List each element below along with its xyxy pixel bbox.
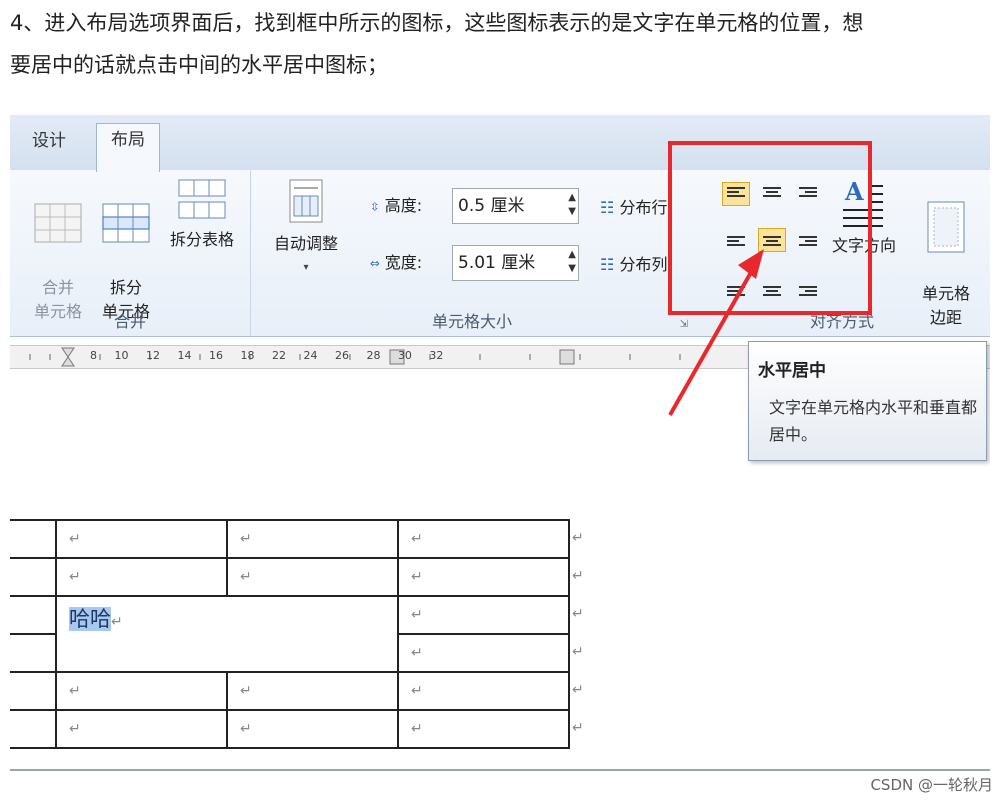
- autofit-button[interactable]: 自动调整 ▾: [262, 178, 350, 280]
- table-cell[interactable]: ↵: [397, 709, 570, 749]
- height-spinner-icon[interactable]: ▲ ▼: [568, 191, 576, 219]
- table-cell[interactable]: [10, 595, 57, 635]
- height-input[interactable]: 0.5 厘米 ▲ ▼: [452, 188, 579, 224]
- table-row: ↵ ↵ ↵: [10, 519, 570, 559]
- cell-margins-button[interactable]: 单元格 边距: [906, 176, 986, 330]
- height-icon: ⇳: [370, 196, 380, 215]
- table-cell[interactable]: [10, 633, 57, 673]
- split-table-label: 拆分表格: [169, 230, 234, 249]
- distribute-cols-label: 分布列: [619, 255, 668, 274]
- split-cells-icon: [102, 203, 150, 243]
- table-cell[interactable]: ↵: [55, 671, 228, 711]
- tab-layout[interactable]: 布局: [96, 123, 160, 172]
- table-cell[interactable]: ↵: [397, 595, 570, 635]
- paragraph-mark-icon: ↵: [111, 614, 123, 630]
- width-row: ⇔ 宽度:: [370, 249, 422, 273]
- table-row: 哈哈↵ ↵: [10, 595, 570, 673]
- table-row: ↵ ↵ ↵: [10, 709, 570, 749]
- merge-group-label: 合并: [113, 312, 146, 331]
- width-value: 5.01 厘米: [458, 253, 536, 273]
- autofit-label: 自动调整: [273, 234, 338, 253]
- tooltip-horizontal-center: 水平居中 文字在单元格内水平和垂直都居中。: [748, 341, 987, 461]
- split-table-button[interactable]: 拆分表格: [160, 178, 244, 252]
- tab-design[interactable]: 设计: [18, 125, 80, 157]
- autofit-dropdown-icon[interactable]: ▾: [262, 256, 350, 280]
- row-end-mark-icon: ↵: [572, 606, 584, 622]
- distribute-rows-label: 分布行: [619, 198, 668, 217]
- ruler-indent-marker-icon[interactable]: [61, 347, 75, 358]
- autofit-icon: [289, 179, 323, 223]
- height-row: ⇳ 高度:: [370, 192, 422, 216]
- height-label: 高度:: [384, 196, 423, 215]
- distribute-rows-icon: ☷: [600, 198, 615, 217]
- row-end-mark-icon: ↵: [572, 720, 584, 736]
- merge-cells-button[interactable]: 合并 单元格: [26, 178, 90, 324]
- table-cell[interactable]: ↵: [397, 633, 570, 673]
- tooltip-body: 文字在单元格内水平和垂直都居中。: [769, 398, 978, 444]
- table-cell[interactable]: ↵: [226, 557, 399, 597]
- distribute-rows-button[interactable]: ☷ 分布行: [600, 194, 667, 218]
- table-cell[interactable]: ↵: [55, 557, 228, 597]
- page-bottom-edge: [10, 769, 990, 771]
- cell-size-group-label: 单元格大小: [431, 312, 512, 331]
- distribute-cols-icon: ☷: [600, 255, 615, 274]
- table-cell[interactable]: ↵: [226, 709, 399, 749]
- merge-group: 合并 单元格 拆分 单元格 拆分表格 合并: [10, 170, 251, 336]
- table-cell[interactable]: ↵: [397, 519, 570, 559]
- table-cell[interactable]: [10, 557, 57, 597]
- table-cell[interactable]: [10, 671, 57, 711]
- width-input[interactable]: 5.01 厘米 ▲ ▼: [452, 245, 579, 281]
- intro-line-1: 4、进入布局选项界面后，找到框中所示的图标，这些图标表示的是文字在单元格的位置，…: [10, 11, 864, 35]
- table-row: ↵ ↵ ↵: [10, 557, 570, 597]
- table-cell[interactable]: ↵: [397, 557, 570, 597]
- table-cell[interactable]: ↵: [55, 709, 228, 749]
- row-end-mark-icon: ↵: [572, 568, 584, 584]
- cell-margins-icon: [927, 201, 965, 253]
- merge-cells-icon: [34, 203, 82, 243]
- table-cell[interactable]: ↵: [55, 519, 228, 559]
- row-end-mark-icon: ↵: [572, 682, 584, 698]
- cell-size-group: 自动调整 ▾ ⇳ 高度: 0.5 厘米 ▲ ▼ ⇔ 宽度: 5.01 厘米 ▲ ▼ …: [252, 170, 692, 336]
- width-spinner-icon[interactable]: ▲ ▼: [568, 248, 576, 276]
- height-value: 0.5 厘米: [458, 196, 525, 216]
- table-cell[interactable]: ↵: [226, 671, 399, 711]
- intro-text: 4、进入布局选项界面后，找到框中所示的图标，这些图标表示的是文字在单元格的位置，…: [10, 2, 995, 86]
- table-cell[interactable]: [10, 519, 57, 559]
- merged-cell[interactable]: 哈哈↵: [55, 595, 399, 673]
- row-end-mark-icon: ↵: [572, 530, 584, 546]
- split-cells-button[interactable]: 拆分 单元格: [94, 178, 158, 324]
- table-cell[interactable]: ↵: [226, 519, 399, 559]
- row-end-mark-icon: ↵: [572, 644, 584, 660]
- document-table: ↵ ↵ ↵ ↵ ↵ ↵ 哈哈↵ ↵ ↵ ↵ ↵ ↵ ↵ ↵ ↵: [10, 519, 570, 749]
- intro-line-2: 要居中的话就点击中间的水平居中图标；: [10, 53, 388, 77]
- width-label: 宽度:: [384, 253, 423, 272]
- table-cell[interactable]: ↵: [397, 671, 570, 711]
- word-screenshot: 设计 布局 合并 单元格 拆分 单元格 拆分表格 合并 自动调整 ▾ ⇳ 高度:…: [10, 115, 990, 775]
- selected-text[interactable]: 哈哈: [69, 607, 111, 631]
- table-cell[interactable]: [10, 709, 57, 749]
- width-icon: ⇔: [370, 253, 380, 272]
- dialog-launcher-icon[interactable]: ⇲: [680, 319, 688, 330]
- tooltip-title: 水平居中: [758, 361, 826, 381]
- highlight-frame: [668, 141, 872, 315]
- ruler-numbers: 8 10 12 14 16 18 22 24 26 28 30 32: [90, 349, 444, 362]
- split-table-icon: [178, 179, 226, 219]
- table-row: ↵ ↵ ↵: [10, 671, 570, 711]
- watermark: CSDN @一轮秋月: [870, 776, 993, 794]
- distribute-cols-button[interactable]: ☷ 分布列: [600, 251, 667, 275]
